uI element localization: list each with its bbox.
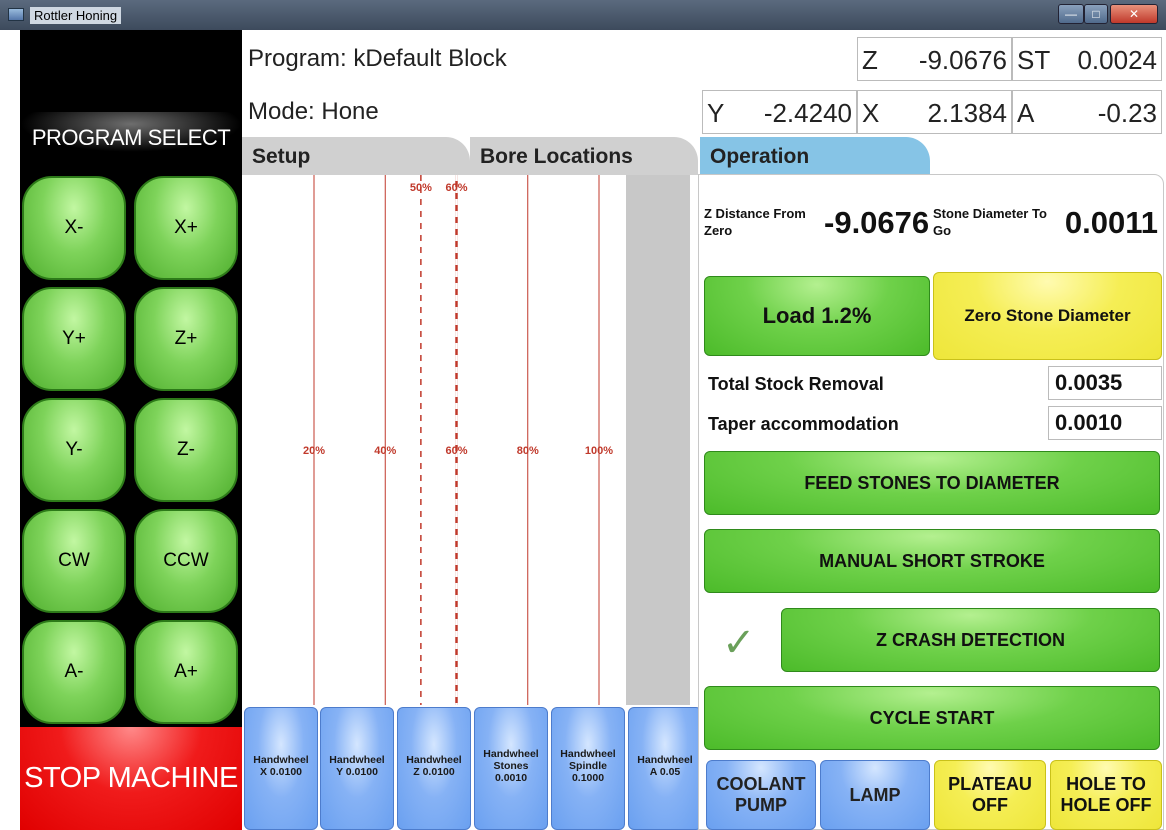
load-button[interactable]: Load 1.2% [704,276,930,356]
handwheel-stones-sub: Stones [493,760,529,772]
tab-operation[interactable]: Operation [700,137,930,175]
mid-label-40: 40% [374,445,396,457]
jog-a-plus-button[interactable]: A+ [134,620,238,724]
maximize-button[interactable]: □ [1084,4,1108,24]
readout-z: Z -9.0676 [857,37,1012,81]
handwheel-z-button[interactable]: Handwheel Z 0.0100 [397,707,471,830]
jog-x-plus-button[interactable]: X+ [134,176,238,280]
readout-st-label: ST [1017,45,1051,75]
mode-label: Mode: Hone [248,98,379,125]
readout-st: ST 0.0024 [1012,37,1162,81]
mid-label-100: 100% [585,445,613,457]
handwheel-x-button[interactable]: Handwheel X 0.0100 [244,707,318,830]
total-stock-label: Total Stock Removal [708,374,884,394]
jog-cw-button[interactable]: CW [22,509,126,613]
mid-label-20: 20% [303,445,325,457]
jog-z-minus-button[interactable]: Z- [134,398,238,502]
mid-label-60: 60% [445,445,467,457]
feed-stones-button[interactable]: FEED STONES TO DIAMETER [704,451,1160,515]
readout-a-value: -0.23 [1097,98,1157,128]
stone-diameter-value: 0.0011 [1064,205,1158,240]
readout-x-label: X [862,98,880,128]
jog-x-minus-button[interactable]: X- [22,176,126,280]
handwheel-x-name: Handwheel [253,754,309,766]
handwheel-a-button[interactable]: Handwheel A 0.05 [628,707,702,830]
zero-stone-diameter-button[interactable]: Zero Stone Diameter [933,272,1162,360]
app-icon [8,8,24,21]
cycle-start-button[interactable]: CYCLE START [704,686,1160,750]
handwheel-a-sub: A 0.05 [649,766,681,778]
window-title: Rottler Honing [30,7,122,24]
handwheel-spindle-button[interactable]: Handwheel Spindle 0.1000 [551,707,625,830]
handwheel-z-sub: Z 0.0100 [413,766,455,778]
handwheel-spindle-name: Handwheel [560,748,616,760]
readout-x-value: 2.1384 [927,98,1007,128]
checkmark-icon[interactable]: ✓ [722,620,756,666]
readout-y-value: -2.4240 [763,98,852,128]
plateau-off-button[interactable]: PLATEAU OFF [934,760,1046,830]
z-distance-label: Z Distance From Zero [704,206,806,238]
tab-bore-locations[interactable]: Bore Locations [470,137,698,175]
readout-y-label: Y [707,98,725,128]
readout-st-value: 0.0024 [1077,45,1157,75]
handwheel-spindle-sub: Spindle [569,760,607,772]
total-stock-field[interactable]: 0.0035 [1048,366,1162,400]
handwheel-z-name: Handwheel [406,754,462,766]
top-label-60: 60% [445,182,467,194]
handwheel-y-button[interactable]: Handwheel Y 0.0100 [320,707,394,830]
handwheel-stones-value: 0.0010 [494,772,528,784]
stone-diameter-label: Stone Diameter To Go [933,206,1047,238]
manual-short-stroke-button[interactable]: MANUAL SHORT STROKE [704,529,1160,593]
tab-setup[interactable]: Setup [242,137,470,175]
top-label-50: 50% [410,182,432,194]
app-window: Rottler Honing — □ ✕ PROGRAM SELECT X- X… [0,0,1166,830]
program-select-button[interactable]: PROGRAM SELECT [20,125,242,151]
taper-field[interactable]: 0.0010 [1048,406,1162,440]
taper-label: Taper accommodation [708,414,899,434]
jog-z-plus-button[interactable]: Z+ [134,287,238,391]
handwheel-x-sub: X 0.0100 [259,766,303,778]
mid-label-80: 80% [517,445,539,457]
minimize-button[interactable]: — [1058,4,1084,24]
z-crash-detection-button[interactable]: Z CRASH DETECTION [781,608,1160,672]
readout-z-label: Z [862,45,878,75]
handwheel-stones-name: Handwheel [483,748,539,760]
handwheel-y-sub: Y 0.0100 [336,766,378,778]
readout-a: A -0.23 [1012,90,1162,134]
readout-z-value: -9.0676 [918,45,1007,75]
title-bar: Rottler Honing — □ ✕ [0,0,1166,30]
program-name: Program: kDefault Block [248,45,507,72]
stroke-chart-svg: 20% 40% 60% 80% 100% 50% 60% [303,175,613,705]
z-distance-value: -9.0676 [824,205,930,240]
hole-to-hole-off-button[interactable]: HOLE TO HOLE OFF [1050,760,1162,830]
jog-ccw-button[interactable]: CCW [134,509,238,613]
handwheel-y-name: Handwheel [329,754,385,766]
handwheel-spindle-value: 0.1000 [571,772,605,784]
handwheel-stones-button[interactable]: Handwheel Stones 0.0010 [474,707,548,830]
coolant-pump-button[interactable]: COOLANT PUMP [706,760,816,830]
stroke-chart: 20% 40% 60% 80% 100% 50% 60% [242,175,690,705]
readout-y: Y -2.4240 [702,90,857,134]
readout-x: X 2.1384 [857,90,1012,134]
stop-machine-button[interactable]: STOP MACHINE [20,727,242,830]
left-panel: PROGRAM SELECT X- X+ Y+ Z+ Y- Z- CW CCW … [20,30,242,830]
close-button[interactable]: ✕ [1110,4,1158,24]
jog-y-minus-button[interactable]: Y- [22,398,126,502]
lamp-button[interactable]: LAMP [820,760,930,830]
jog-a-minus-button[interactable]: A- [22,620,126,724]
readout-a-label: A [1017,98,1035,128]
jog-y-plus-button[interactable]: Y+ [22,287,126,391]
handwheel-a-name: Handwheel [637,754,693,766]
